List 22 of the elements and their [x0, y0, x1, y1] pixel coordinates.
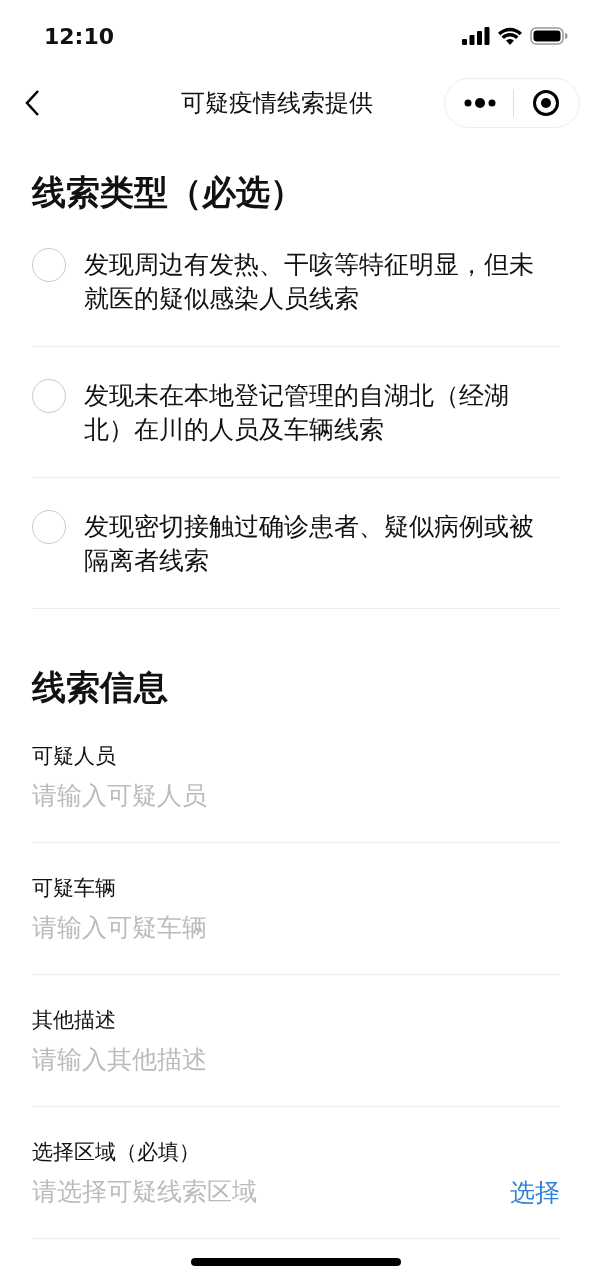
field-label: 可疑车辆	[32, 875, 117, 902]
page-title: 可疑疫情线索提供	[180, 88, 374, 119]
target-icon[interactable]	[532, 89, 561, 117]
section-heading: 线索类型（必选）	[32, 171, 305, 214]
field-label: 选择区域（必填）	[32, 1139, 201, 1166]
field-label: 可疑人员	[32, 743, 117, 770]
option-label[interactable]: 发现未在本地登记管理的自湖北（经湖北）在川的人员及车辆线索	[84, 379, 560, 447]
signal-icon	[462, 27, 490, 45]
input-field[interactable]: 请输入其他描述	[32, 1040, 560, 1080]
option-label[interactable]: 发现密切接触过确诊患者、疑似病例或被隔离者线索	[84, 510, 560, 578]
battery-icon	[530, 27, 568, 45]
input-field[interactable]: 请输入可疑人员	[32, 776, 560, 816]
status-time: 12:10	[44, 23, 115, 49]
section-heading: 线索信息	[32, 666, 169, 709]
wifi-icon	[498, 27, 522, 45]
back-icon[interactable]	[24, 89, 40, 117]
input-field[interactable]: 请输入可疑车辆	[32, 908, 560, 948]
input-field[interactable]: 请选择可疑线索区域	[32, 1172, 510, 1212]
more-icon[interactable]	[463, 98, 496, 108]
option-label[interactable]: 发现周边有发热、干咳等特征明显，但未就医的疑似感染人员线索	[84, 248, 560, 316]
field-label: 其他描述	[32, 1007, 117, 1034]
select-link[interactable]: 选择	[510, 1175, 560, 1209]
